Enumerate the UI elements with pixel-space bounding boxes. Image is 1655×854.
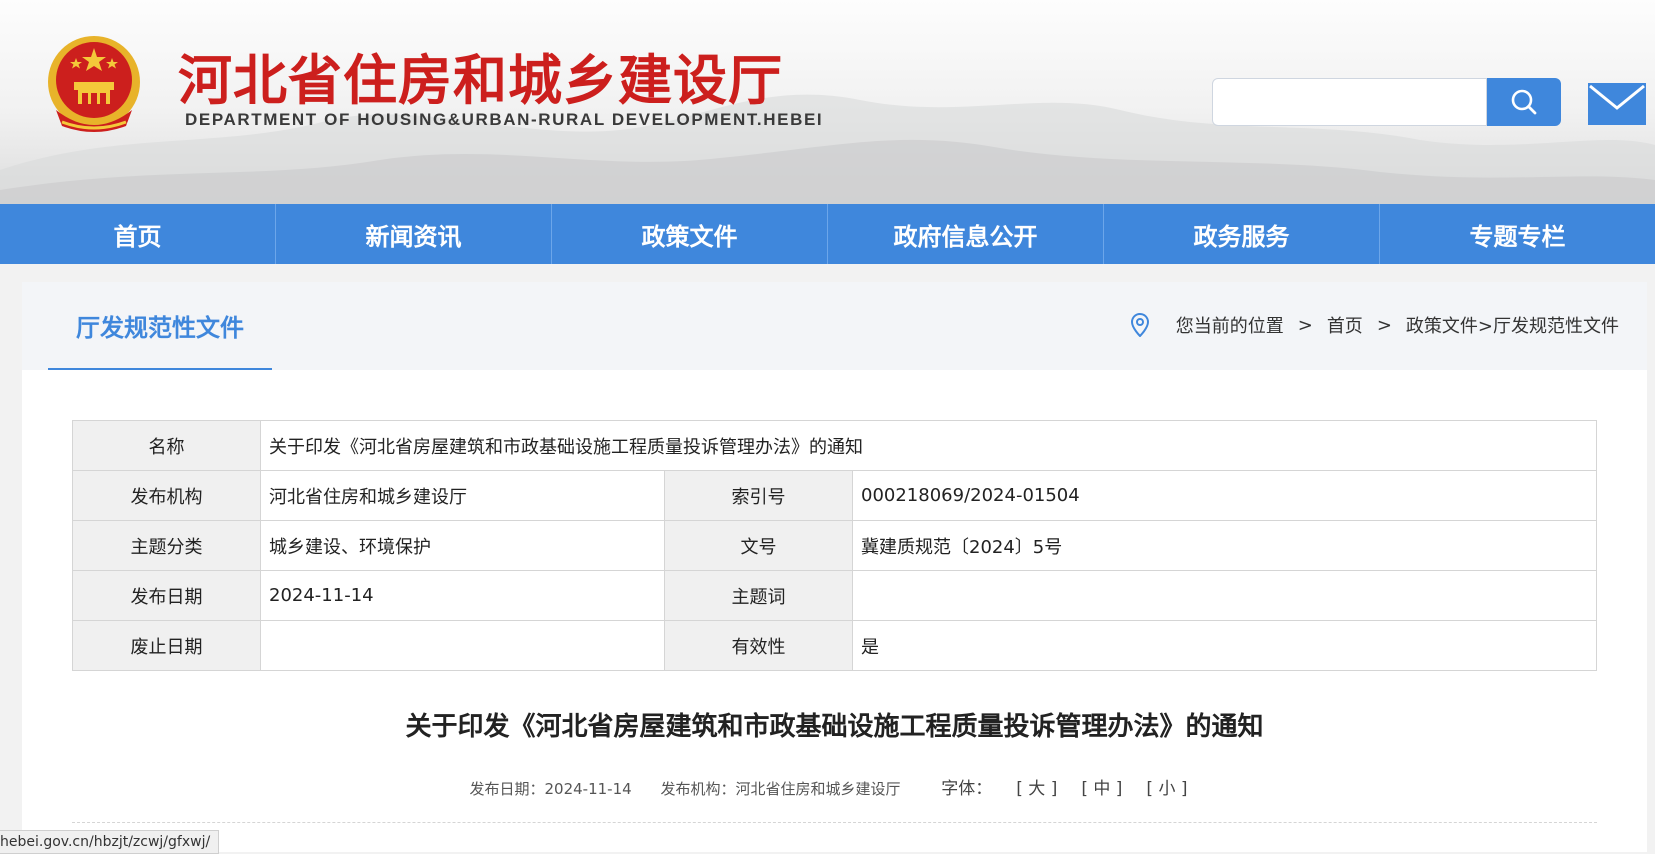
table-row: 主题分类 城乡建设、环境保护 文号 冀建质规范〔2024〕5号 — [72, 520, 1597, 571]
font-size-large-button[interactable]: [ 大 ] — [1016, 779, 1057, 799]
content-panel: 厅发规范性文件 您当前的位置 > 首页 > 政策文件>厅发规范性文件 名称 关于… — [22, 282, 1647, 852]
font-size-control: 字体： [ 大 ] [ 中 ] [ 小 ] — [929, 779, 1199, 799]
index-label: 索引号 — [664, 470, 853, 521]
site-header: 河北省住房和城乡建设厅 DEPARTMENT OF HOUSING&URBAN-… — [0, 0, 1655, 204]
breadcrumb: 您当前的位置 > 首页 > 政策文件>厅发规范性文件 — [1130, 312, 1619, 338]
article-publisher: 发布机构：河北省住房和城乡建设厅 — [660, 780, 901, 798]
topic-label: 主题分类 — [72, 520, 261, 571]
breadcrumb-home-link[interactable]: 首页 — [1327, 312, 1363, 338]
nav-item-home[interactable]: 首页 — [0, 204, 276, 264]
status-bar-url: hebei.gov.cn/hbzjt/zcwj/gfxwj/ — [0, 830, 220, 854]
location-pin-icon — [1130, 313, 1149, 337]
font-size-label: 字体： — [941, 779, 993, 799]
font-size-small-button[interactable]: [ 小 ] — [1146, 779, 1187, 799]
search-button[interactable] — [1487, 78, 1561, 126]
breadcrumb-separator: > — [1376, 314, 1392, 336]
mail-icon[interactable] — [1587, 82, 1647, 126]
national-emblem-icon — [48, 36, 140, 132]
article-title: 关于印发《河北省房屋建筑和市政基础设施工程质量投诉管理办法》的通知 — [405, 712, 1264, 742]
validity-value: 是 — [852, 620, 1597, 671]
breadcrumb-path-link[interactable]: 政策文件>厅发规范性文件 — [1406, 312, 1619, 338]
index-value: 000218069/2024-01504 — [852, 470, 1597, 521]
content-divider — [72, 822, 1597, 823]
table-row: 名称 关于印发《河北省房屋建筑和市政基础设施工程质量投诉管理办法》的通知 — [72, 420, 1597, 471]
date-value: 2024-11-14 — [260, 570, 665, 621]
expire-value — [260, 620, 665, 671]
publisher-value: 河北省住房和城乡建设厅 — [260, 470, 665, 521]
article-meta: 发布日期：2024-11-14 发布机构：河北省住房和城乡建设厅 字体： [ 大 … — [22, 774, 1647, 799]
font-size-medium-button[interactable]: [ 中 ] — [1081, 779, 1122, 799]
date-label: 发布日期 — [72, 570, 261, 621]
site-title-en: DEPARTMENT OF HOUSING&URBAN-RURAL DEVELO… — [185, 110, 824, 129]
publisher-label: 发布机构 — [72, 470, 261, 521]
docno-value: 冀建质规范〔2024〕5号 — [852, 520, 1597, 571]
name-value: 关于印发《河北省房屋建筑和市政基础设施工程质量投诉管理办法》的通知 — [260, 420, 1597, 471]
keywords-label: 主题词 — [664, 570, 853, 621]
nav-item-gov-info[interactable]: 政府信息公开 — [828, 204, 1104, 264]
search-input[interactable] — [1212, 78, 1487, 126]
table-row: 废止日期 有效性 是 — [72, 620, 1597, 671]
keywords-value — [852, 570, 1597, 621]
document-info-table: 名称 关于印发《河北省房屋建筑和市政基础设施工程质量投诉管理办法》的通知 发布机… — [72, 420, 1597, 671]
nav-item-policy[interactable]: 政策文件 — [552, 204, 828, 264]
table-row: 发布机构 河北省住房和城乡建设厅 索引号 000218069/2024-0150… — [72, 470, 1597, 521]
breadcrumb-prefix: 您当前的位置 — [1175, 316, 1284, 337]
article-date: 发布日期：2024-11-14 — [469, 780, 632, 798]
nav-item-topics[interactable]: 专题专栏 — [1380, 204, 1655, 264]
validity-label: 有效性 — [664, 620, 853, 671]
section-title: 厅发规范性文件 — [48, 282, 272, 370]
main-nav: 首页 新闻资讯 政策文件 政府信息公开 政务服务 专题专栏 — [0, 204, 1655, 264]
topic-value: 城乡建设、环境保护 — [260, 520, 665, 571]
table-row: 发布日期 2024-11-14 主题词 — [72, 570, 1597, 621]
nav-item-services[interactable]: 政务服务 — [1104, 204, 1380, 264]
site-title-cn: 河北省住房和城乡建设厅 — [178, 49, 783, 112]
search-icon — [1511, 89, 1537, 115]
breadcrumb-separator: > — [1297, 314, 1313, 336]
name-label: 名称 — [72, 420, 261, 471]
expire-label: 废止日期 — [72, 620, 261, 671]
section-header: 厅发规范性文件 您当前的位置 > 首页 > 政策文件>厅发规范性文件 — [22, 282, 1647, 370]
docno-label: 文号 — [664, 520, 853, 571]
nav-item-news[interactable]: 新闻资讯 — [276, 204, 552, 264]
